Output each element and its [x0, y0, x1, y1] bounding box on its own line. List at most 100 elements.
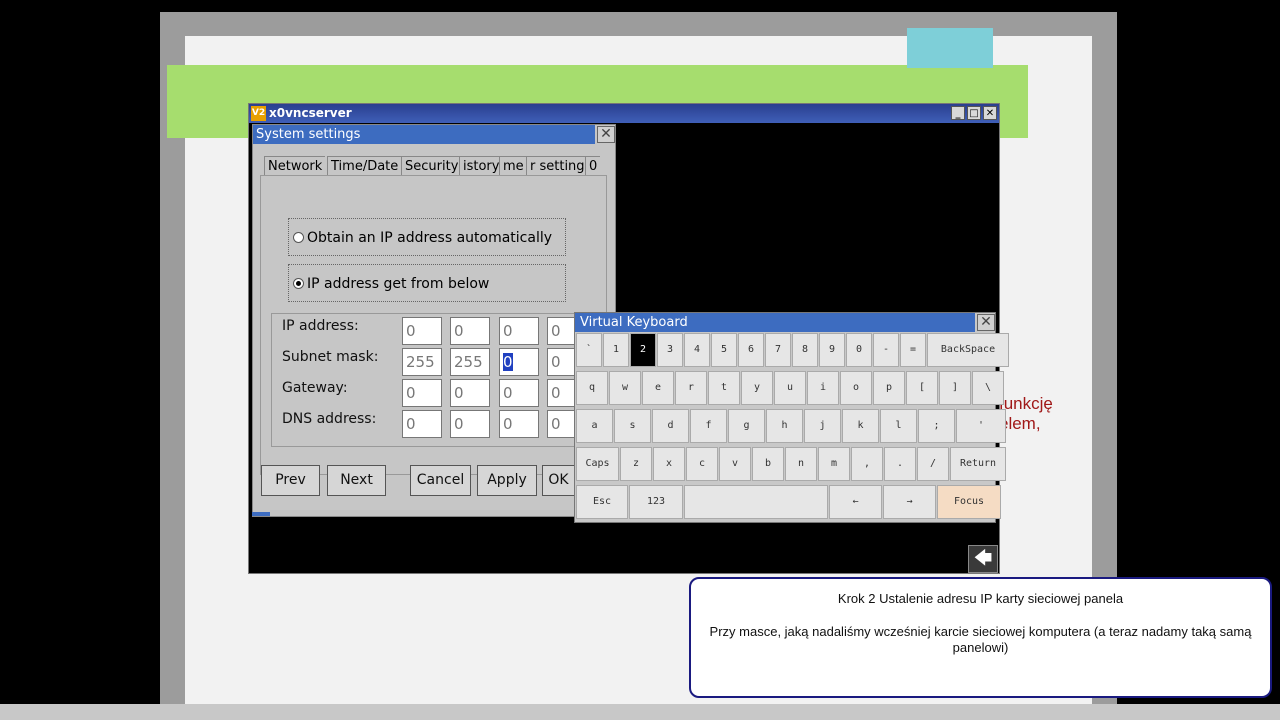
key-4-2[interactable]: z — [620, 447, 652, 481]
key-2-3[interactable]: e — [642, 371, 674, 405]
key-1-1[interactable]: ` — [576, 333, 602, 367]
key-1-2[interactable]: 1 — [603, 333, 629, 367]
dns-octet-3[interactable]: 0 — [499, 410, 539, 438]
key-4-1[interactable]: Caps — [576, 447, 619, 481]
key-1-14[interactable]: BackSpace — [927, 333, 1009, 367]
key-2-12[interactable]: ] — [939, 371, 971, 405]
gateway-octet-2[interactable]: 0 — [450, 379, 490, 407]
tab-time-date[interactable]: Time/Date — [327, 156, 402, 176]
key-1-6[interactable]: 5 — [711, 333, 737, 367]
key-1-3[interactable]: 2 — [630, 333, 656, 367]
dialog-title[interactable]: System settings — [253, 125, 595, 144]
tab-history[interactable]: istory — [459, 156, 503, 176]
key-3-6[interactable]: h — [766, 409, 803, 443]
key-3-4[interactable]: f — [690, 409, 727, 443]
key-2-9[interactable]: o — [840, 371, 872, 405]
key-3-11[interactable]: ' — [956, 409, 1006, 443]
ip-octet-1[interactable]: 0 — [402, 317, 442, 345]
minimize-button[interactable]: _ — [951, 106, 965, 120]
key-4-5[interactable]: v — [719, 447, 751, 481]
key-1-8[interactable]: 7 — [765, 333, 791, 367]
vnc-title-bar[interactable]: V2 x0vncserver _ □ ✕ — [249, 104, 999, 123]
key-4-6[interactable]: b — [752, 447, 784, 481]
key-2-2[interactable]: w — [609, 371, 641, 405]
tab-security[interactable]: Security — [401, 156, 462, 176]
key-2-13[interactable]: \ — [972, 371, 1004, 405]
radio-label: Obtain an IP address automatically — [307, 230, 553, 246]
tab-network[interactable]: Network — [264, 156, 326, 176]
key-1-7[interactable]: 6 — [738, 333, 764, 367]
dns-address-label: DNS address: — [282, 411, 377, 427]
key-4-7[interactable]: n — [785, 447, 817, 481]
key-2-11[interactable]: [ — [906, 371, 938, 405]
key-4-11[interactable]: / — [917, 447, 949, 481]
key-4-8[interactable]: m — [818, 447, 850, 481]
tab-theme[interactable]: me — [499, 156, 527, 176]
prev-button[interactable]: Prev — [261, 465, 320, 496]
key-1-12[interactable]: - — [873, 333, 899, 367]
apply-button[interactable]: Apply — [477, 465, 537, 496]
key-4-9[interactable]: , — [851, 447, 883, 481]
gateway-octet-3[interactable]: 0 — [499, 379, 539, 407]
key-5-4[interactable]: ← — [829, 485, 882, 519]
close-window-button[interactable]: ✕ — [983, 106, 997, 120]
maximize-button[interactable]: □ — [967, 106, 981, 120]
mask-octet-3[interactable]: 0 — [499, 348, 539, 376]
key-2-10[interactable]: p — [873, 371, 905, 405]
tab-other[interactable]: 0 — [585, 156, 601, 176]
key-4-10[interactable]: . — [884, 447, 916, 481]
close-icon[interactable]: ✕ — [977, 314, 995, 331]
dns-octet-4[interactable]: 0 — [547, 410, 577, 438]
next-button[interactable]: Next — [327, 465, 386, 496]
key-4-3[interactable]: x — [653, 447, 685, 481]
key-3-10[interactable]: ; — [918, 409, 955, 443]
key-2-5[interactable]: t — [708, 371, 740, 405]
radio-icon[interactable] — [293, 232, 304, 243]
key-1-13[interactable]: = — [900, 333, 926, 367]
keyboard-title[interactable]: Virtual Keyboard — [575, 313, 975, 332]
mask-octet-1[interactable]: 255 — [402, 348, 442, 376]
key-4-12[interactable]: Return — [950, 447, 1006, 481]
ip-octet-4[interactable]: 0 — [547, 317, 577, 345]
key-2-8[interactable]: i — [807, 371, 839, 405]
key-1-4[interactable]: 3 — [657, 333, 683, 367]
key-5-3[interactable] — [684, 485, 828, 519]
gateway-octet-1[interactable]: 0 — [402, 379, 442, 407]
key-3-1[interactable]: a — [576, 409, 613, 443]
key-1-5[interactable]: 4 — [684, 333, 710, 367]
ip-octet-3[interactable]: 0 — [499, 317, 539, 345]
mask-octet-4[interactable]: 0 — [547, 348, 577, 376]
key-2-7[interactable]: u — [774, 371, 806, 405]
key-3-7[interactable]: j — [804, 409, 841, 443]
slide-cyan-tab — [907, 28, 993, 68]
key-5-6[interactable]: Focus — [937, 485, 1001, 519]
key-2-1[interactable]: q — [576, 371, 608, 405]
key-5-5[interactable]: → — [883, 485, 936, 519]
dns-octet-1[interactable]: 0 — [402, 410, 442, 438]
key-1-11[interactable]: 0 — [846, 333, 872, 367]
key-2-4[interactable]: r — [675, 371, 707, 405]
ok-button[interactable]: OK — [542, 465, 575, 496]
back-arrow-icon[interactable]: 🡄 — [968, 545, 998, 573]
key-5-2[interactable]: 123 — [629, 485, 683, 519]
key-1-9[interactable]: 8 — [792, 333, 818, 367]
key-3-5[interactable]: g — [728, 409, 765, 443]
key-4-4[interactable]: c — [686, 447, 718, 481]
key-3-9[interactable]: l — [880, 409, 917, 443]
key-3-8[interactable]: k — [842, 409, 879, 443]
key-2-6[interactable]: y — [741, 371, 773, 405]
mask-octet-2[interactable]: 255 — [450, 348, 490, 376]
dns-octet-2[interactable]: 0 — [450, 410, 490, 438]
key-1-10[interactable]: 9 — [819, 333, 845, 367]
radio-manual-ip[interactable]: IP address get from below — [288, 264, 566, 302]
radio-obtain-auto[interactable]: Obtain an IP address automatically — [288, 218, 566, 256]
ip-octet-2[interactable]: 0 — [450, 317, 490, 345]
gateway-octet-4[interactable]: 0 — [547, 379, 577, 407]
key-5-1[interactable]: Esc — [576, 485, 628, 519]
cancel-button[interactable]: Cancel — [410, 465, 471, 496]
tab-user-setting[interactable]: r setting — [526, 156, 588, 176]
key-3-3[interactable]: d — [652, 409, 689, 443]
radio-selected-icon[interactable] — [293, 278, 304, 289]
close-icon[interactable]: ✕ — [597, 126, 615, 143]
key-3-2[interactable]: s — [614, 409, 651, 443]
